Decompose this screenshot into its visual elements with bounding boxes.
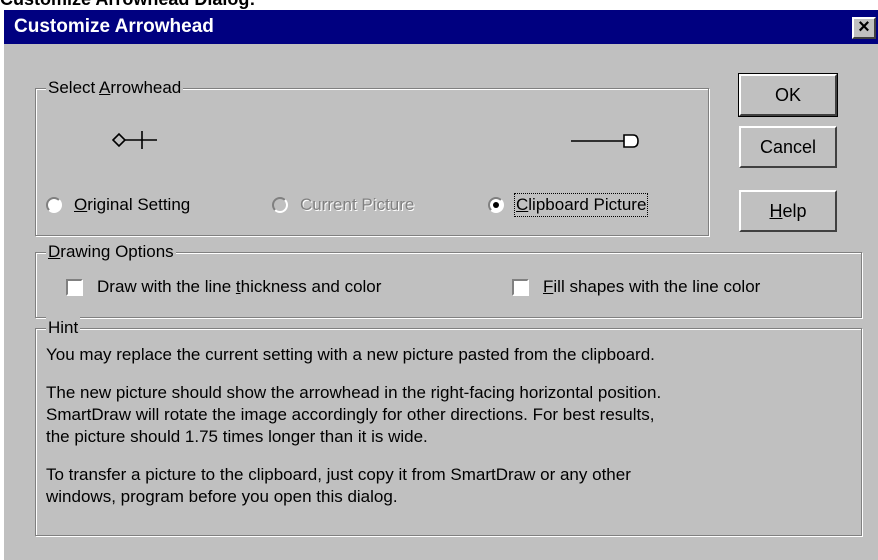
drawing-options-group: Drawing Options Draw with the line thick…	[35, 241, 862, 318]
hint-line: windows, program before you open this di…	[46, 487, 398, 506]
line-thickness-label: Draw with the line thickness and color	[97, 277, 382, 296]
help-button-label: Help	[769, 201, 807, 221]
close-button[interactable]: ×	[852, 17, 876, 39]
clipboard-arrowhead-icon	[571, 134, 639, 148]
original-setting-label: Original Setting	[74, 195, 191, 214]
current-picture-label: Current Picture	[300, 195, 415, 214]
ok-button-label: OK	[774, 85, 801, 105]
radio-button-checked[interactable]	[488, 197, 504, 213]
hint-line: SmartDraw will rotate the image accordin…	[46, 405, 655, 424]
hint-line: To transfer a picture to the clipboard, …	[46, 465, 631, 484]
radio-original-setting[interactable]: Original Setting	[46, 195, 190, 215]
close-icon: ×	[858, 16, 870, 38]
customize-arrowhead-dialog: Customize Arrowhead × Select Arrowhead O…	[4, 10, 878, 560]
clipboard-picture-label: Clipboard Picture	[513, 193, 649, 217]
checkbox[interactable]	[512, 278, 529, 296]
cancel-button[interactable]: Cancel	[739, 126, 837, 168]
original-arrowhead-icon	[112, 131, 157, 149]
radio-clipboard-picture[interactable]: Clipboard Picture	[488, 193, 649, 217]
fill-shapes-checkbox[interactable]: Fill shapes with the line color	[512, 277, 760, 297]
select-arrowhead-label: Select Arrowhead	[46, 77, 184, 99]
checkbox[interactable]	[66, 278, 83, 296]
radio-button[interactable]	[46, 197, 62, 213]
title-bar[interactable]: Customize Arrowhead ×	[4, 10, 878, 44]
radio-current-picture[interactable]: Current Picture	[272, 195, 414, 215]
page-caption: Customize Arrowhead Dialog:	[0, 0, 255, 10]
dialog-title: Customize Arrowhead	[14, 16, 214, 37]
hint-line: You may replace the current setting with…	[46, 345, 655, 364]
drawing-options-label: Drawing Options	[46, 241, 176, 263]
ok-button[interactable]: OK	[738, 73, 838, 117]
hint-group: Hint You may replace the current setting…	[35, 317, 862, 536]
hint-label: Hint	[46, 317, 81, 339]
fill-shapes-label: Fill shapes with the line color	[543, 277, 761, 296]
hint-line: The new picture should show the arrowhea…	[46, 383, 662, 402]
help-button[interactable]: Help	[739, 190, 837, 232]
line-thickness-checkbox[interactable]: Draw with the line thickness and color	[66, 277, 381, 297]
radio-button[interactable]	[272, 197, 288, 213]
select-arrowhead-group: Select Arrowhead Original Setting Curren…	[35, 77, 709, 236]
cancel-button-label: Cancel	[759, 137, 817, 157]
hint-line: the picture should 1.75 times longer tha…	[46, 427, 428, 446]
